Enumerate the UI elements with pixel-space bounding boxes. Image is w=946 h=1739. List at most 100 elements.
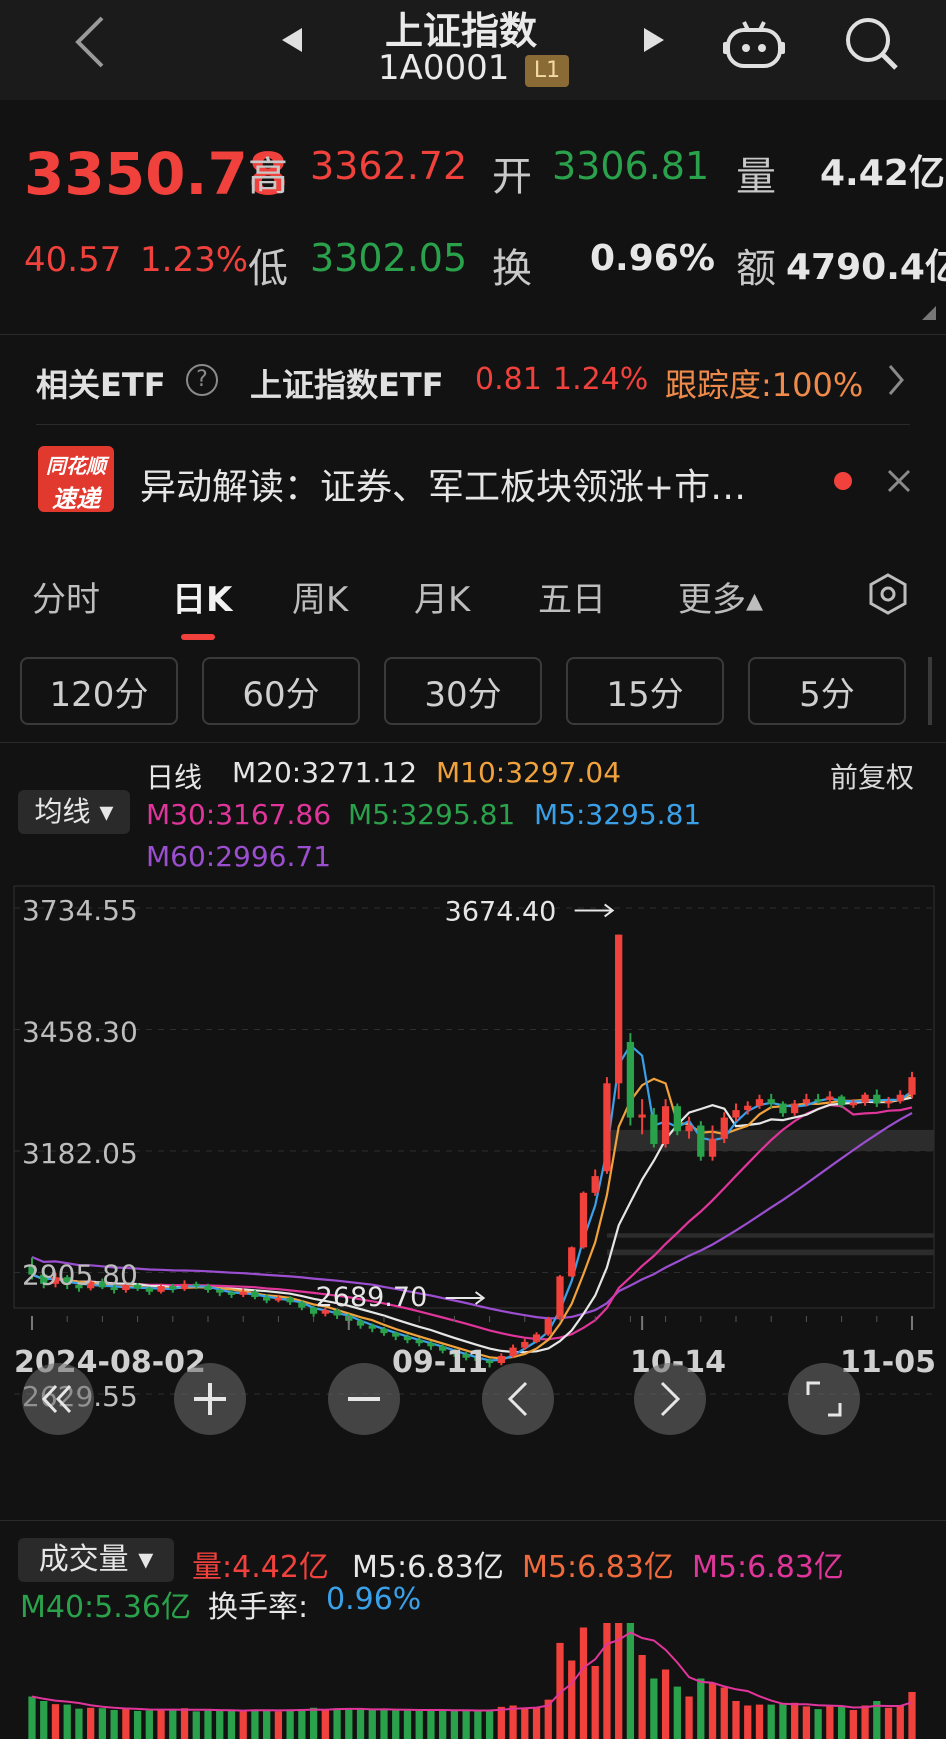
candle-body bbox=[380, 1328, 388, 1334]
volume-bar bbox=[227, 1710, 236, 1739]
candle-body bbox=[263, 1297, 271, 1301]
close-icon[interactable] bbox=[886, 468, 912, 494]
candle-body bbox=[884, 1101, 893, 1104]
y-tick-label: 3458.30 bbox=[22, 1016, 138, 1049]
next-stock-icon[interactable] bbox=[642, 26, 666, 54]
candle-body bbox=[837, 1096, 846, 1106]
volume-bar bbox=[63, 1704, 71, 1739]
ma60-legend: M60:2996.71 bbox=[146, 840, 332, 873]
volume-bar bbox=[673, 1686, 681, 1739]
volume-bar bbox=[110, 1710, 118, 1739]
expand-corner-icon[interactable] bbox=[922, 306, 936, 320]
pill-120min[interactable]: 120分 bbox=[20, 657, 178, 725]
tab-five-day[interactable]: 五日 bbox=[538, 572, 606, 621]
ma5-legend-b: M5:3295.81 bbox=[534, 798, 702, 831]
prev-stock-icon[interactable] bbox=[280, 26, 304, 54]
volume-bar bbox=[779, 1703, 787, 1739]
volume-bar bbox=[427, 1710, 435, 1739]
rewind-button[interactable] bbox=[22, 1363, 94, 1435]
volume-bar bbox=[638, 1655, 646, 1739]
tab-weekly-k[interactable]: 周K bbox=[292, 572, 348, 621]
ths-news-logo: 同花顺 速递 bbox=[38, 446, 114, 513]
volume-bar bbox=[356, 1709, 365, 1739]
unread-dot bbox=[834, 472, 852, 490]
candle-body bbox=[673, 1106, 681, 1132]
low-label: 低 bbox=[248, 246, 288, 292]
double-chevron-left-icon bbox=[41, 1384, 72, 1414]
candle-body bbox=[615, 934, 623, 1084]
candle-body bbox=[368, 1325, 376, 1329]
volume-bar bbox=[896, 1705, 904, 1739]
volume-chart[interactable] bbox=[0, 1620, 946, 1739]
tab-daily-k[interactable]: 日K bbox=[172, 572, 232, 621]
candle-body bbox=[650, 1114, 658, 1144]
volume-bar bbox=[497, 1706, 505, 1739]
candle-body bbox=[732, 1110, 740, 1118]
volume-bar bbox=[568, 1660, 576, 1739]
volume-bar bbox=[439, 1710, 447, 1739]
top-bar: 上证指数 1A0001 L1 bbox=[0, 0, 946, 100]
volume-value: 4.42亿 bbox=[820, 153, 945, 194]
volume-bar bbox=[532, 1707, 541, 1739]
volume-bar bbox=[98, 1708, 107, 1739]
pill-5min[interactable]: 5分 bbox=[748, 657, 906, 725]
tab-monthly-k[interactable]: 月K bbox=[414, 572, 470, 621]
low-annotation: 2689.70 bbox=[316, 1282, 428, 1313]
ma10-legend: M10:3297.04 bbox=[436, 756, 622, 789]
volume-label: 量 bbox=[736, 154, 776, 200]
tab-more[interactable]: 更多▴ bbox=[678, 572, 763, 621]
settings-hexagon-icon[interactable] bbox=[866, 572, 910, 616]
chart-frame bbox=[13, 885, 935, 1309]
turnover-label: 换 bbox=[492, 246, 532, 292]
candle-body bbox=[849, 1102, 857, 1106]
tab-intraday[interactable]: 分时 bbox=[32, 572, 100, 621]
scroll-right-button[interactable] bbox=[634, 1363, 706, 1435]
volume-indicator-selector[interactable]: 成交量 ▾ bbox=[18, 1538, 174, 1582]
candle-body bbox=[521, 1341, 529, 1348]
indicator-selector[interactable]: 均线 ▾ bbox=[18, 790, 130, 834]
fullscreen-button[interactable] bbox=[788, 1363, 860, 1435]
volume-bar bbox=[814, 1709, 822, 1739]
vol-ma5-legend-c: M5:6.83亿 bbox=[692, 1550, 844, 1585]
etf-price: 0.81 bbox=[475, 362, 542, 397]
volume-bar bbox=[169, 1710, 177, 1739]
volume-bar bbox=[884, 1707, 893, 1739]
robot-assistant-icon[interactable] bbox=[722, 16, 786, 70]
x-tick-label: 11-05 bbox=[840, 1345, 936, 1380]
ma5-legend-a: M5:3295.81 bbox=[348, 798, 516, 831]
chevron-right-icon[interactable] bbox=[886, 364, 906, 396]
candle-body bbox=[755, 1099, 764, 1106]
pill-60min[interactable]: 60分 bbox=[202, 657, 360, 725]
candle-body bbox=[744, 1105, 752, 1111]
volume-bar bbox=[403, 1710, 412, 1739]
candle-body bbox=[873, 1094, 881, 1104]
chevron-left-icon bbox=[507, 1381, 528, 1417]
zoom-out-button[interactable] bbox=[328, 1363, 400, 1435]
candle-body bbox=[544, 1319, 552, 1335]
candle-body bbox=[626, 1041, 635, 1118]
volume-bar bbox=[732, 1701, 740, 1739]
etf-label: 相关ETF bbox=[36, 366, 166, 404]
candle-body bbox=[556, 1276, 564, 1320]
volume-legend: 量:4.42亿 bbox=[192, 1550, 329, 1585]
search-icon[interactable] bbox=[842, 14, 902, 74]
candle-body bbox=[791, 1103, 799, 1114]
pill-30min[interactable]: 30分 bbox=[384, 657, 542, 725]
candle-body bbox=[779, 1103, 787, 1114]
candle-body bbox=[767, 1099, 775, 1104]
back-icon[interactable] bbox=[70, 14, 110, 70]
volume-bar bbox=[697, 1678, 705, 1739]
volume-bar bbox=[239, 1710, 247, 1739]
candle-body bbox=[497, 1355, 505, 1364]
zoom-in-button[interactable] bbox=[174, 1363, 246, 1435]
adjust-label[interactable]: 前复权 bbox=[830, 756, 914, 796]
change-percent: 1.23% bbox=[140, 240, 249, 280]
volume-bar bbox=[861, 1705, 869, 1739]
candlestick-chart[interactable]: 3734.553458.303182.052905.802629.553674.… bbox=[0, 878, 946, 1440]
scroll-left-button[interactable] bbox=[482, 1363, 554, 1435]
help-icon[interactable]: ? bbox=[186, 364, 218, 396]
pill-15min[interactable]: 15分 bbox=[566, 657, 724, 725]
volume-bar bbox=[837, 1705, 846, 1739]
active-tab-indicator bbox=[181, 634, 215, 640]
volume-bar bbox=[685, 1696, 693, 1739]
